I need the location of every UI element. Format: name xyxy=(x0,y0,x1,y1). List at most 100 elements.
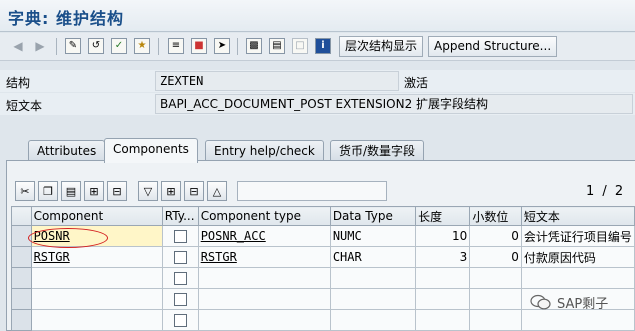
paste-icon[interactable]: ▤ xyxy=(61,181,81,201)
column-header[interactable]: Component xyxy=(30,206,163,226)
application-toolbar: ◀ ▶ ✎ ↺ ✓ ★ ≡ ■ ➤ ▩ ▤ □ i 层次结构显示 Append … xyxy=(0,33,635,61)
table-row xyxy=(11,309,635,331)
shorttext-field[interactable]: BAPI_ACC_DOCUMENT_POST EXTENSION2 扩展字段结构 xyxy=(155,94,633,114)
tab-entry-help[interactable]: Entry help/check xyxy=(205,140,324,162)
component-cell[interactable] xyxy=(30,288,163,310)
component-cell[interactable]: RSTGR xyxy=(30,246,163,268)
object-list-icon[interactable]: ■ xyxy=(189,36,209,56)
row-selector[interactable] xyxy=(11,267,32,289)
component-type-cell[interactable] xyxy=(197,288,331,310)
rtype-checkbox[interactable] xyxy=(173,314,187,327)
data-type-cell[interactable] xyxy=(329,309,417,331)
column-header[interactable]: Data Type xyxy=(329,206,417,226)
data-type-cell[interactable]: CHAR xyxy=(329,246,417,268)
check-icon[interactable]: ✓ xyxy=(109,36,129,56)
up-icon[interactable]: △ xyxy=(207,181,227,201)
column-header[interactable]: Component type xyxy=(197,206,331,226)
watermark-text: SAP剩子 xyxy=(557,297,609,312)
short-text-cell[interactable]: 付款原因代码 xyxy=(520,246,635,268)
row-selector[interactable] xyxy=(11,246,32,268)
decimals-cell[interactable] xyxy=(469,288,522,310)
grid-toolbar-field xyxy=(237,181,387,201)
structure-label: 结构 xyxy=(6,76,31,90)
short-text-cell[interactable]: 会计凭证行项目编号 xyxy=(520,225,635,247)
rtype-cell[interactable] xyxy=(161,267,199,289)
short-text-cell[interactable] xyxy=(520,309,635,331)
column-header[interactable]: 短文本 xyxy=(520,206,635,226)
component-cell[interactable]: POSNR xyxy=(30,225,163,247)
table-row: POSNR POSNR_ACC NUMC 10 0 会计凭证行项目编号 xyxy=(11,225,635,247)
layout-icon[interactable]: □ xyxy=(290,36,310,56)
info-icon[interactable]: i xyxy=(313,36,333,56)
decimals-cell[interactable] xyxy=(469,267,522,289)
page-counter: 1 / 2 xyxy=(586,184,626,199)
rtype-cell[interactable] xyxy=(161,288,199,310)
filter-icon[interactable]: ▽ xyxy=(138,181,158,201)
rtype-checkbox[interactable] xyxy=(173,230,187,243)
data-type-cell[interactable]: NUMC xyxy=(329,225,417,247)
forward-icon[interactable]: ▶ xyxy=(30,36,50,56)
column-header[interactable]: 小数位 xyxy=(469,206,522,226)
structure-header: 结构 ZEXTEN 激活 短文本 BAPI_ACC_DOCUMENT_POST … xyxy=(0,62,635,122)
column-header[interactable]: 长度 xyxy=(415,206,471,226)
length-cell[interactable] xyxy=(415,288,471,310)
where-used-icon[interactable]: ≡ xyxy=(166,36,186,56)
length-cell[interactable]: 10 xyxy=(415,225,471,247)
tab-attributes[interactable]: Attributes xyxy=(28,140,106,162)
data-type-cell[interactable] xyxy=(329,288,417,310)
print-icon[interactable]: ▤ xyxy=(267,36,287,56)
rtype-cell[interactable] xyxy=(161,246,199,268)
length-cell[interactable] xyxy=(415,267,471,289)
decimals-cell[interactable]: 0 xyxy=(469,225,522,247)
decimals-cell[interactable] xyxy=(469,309,522,331)
column-header[interactable]: RTy... xyxy=(161,206,199,226)
watermark: SAP剩子 xyxy=(530,293,608,312)
component-type-cell[interactable]: RSTGR xyxy=(197,246,331,268)
table-row xyxy=(11,267,635,289)
tab-components[interactable]: Components xyxy=(104,138,198,163)
tab-currency-quantity[interactable]: 货币/数量字段 xyxy=(330,140,425,162)
navigation-icon[interactable]: ➤ xyxy=(212,36,232,56)
table-header-row: Component RTy... Component type Data Typ… xyxy=(11,206,635,226)
component-type-cell[interactable]: POSNR_ACC xyxy=(197,225,331,247)
cut-icon[interactable]: ✂ xyxy=(15,181,35,201)
length-cell[interactable] xyxy=(415,309,471,331)
rtype-cell[interactable] xyxy=(161,225,199,247)
hierarchy-icon[interactable]: ▩ xyxy=(244,36,264,56)
activate-icon[interactable]: ★ xyxy=(132,36,152,56)
title-bar: 字典: 维护结构 xyxy=(0,0,635,32)
copy-icon[interactable]: ❐ xyxy=(38,181,58,201)
data-type-cell[interactable] xyxy=(329,267,417,289)
toolbar-separator xyxy=(56,38,57,55)
back-icon[interactable]: ◀ xyxy=(8,36,28,56)
other-object-icon[interactable]: ↺ xyxy=(86,36,106,56)
component-type-cell[interactable] xyxy=(197,309,331,331)
hierarchy-display-button[interactable]: 层次结构显示 xyxy=(339,36,424,57)
structure-name-field[interactable]: ZEXTEN xyxy=(155,71,399,91)
components-table: Component RTy... Component type Data Typ… xyxy=(11,206,635,331)
component-cell[interactable] xyxy=(30,309,163,331)
insert-row-icon[interactable]: ⊞ xyxy=(84,181,104,201)
row-selector-header[interactable] xyxy=(11,206,32,226)
rtype-checkbox[interactable] xyxy=(173,272,187,285)
rtype-checkbox[interactable] xyxy=(173,293,187,306)
short-text-cell[interactable] xyxy=(520,267,635,289)
expand-icon[interactable]: ⊞ xyxy=(161,181,181,201)
component-cell[interactable] xyxy=(30,267,163,289)
delete-row-icon[interactable]: ⊟ xyxy=(107,181,127,201)
row-selector[interactable] xyxy=(11,225,32,247)
status-text: 激活 xyxy=(404,76,429,90)
wechat-icon xyxy=(530,294,551,310)
rtype-cell[interactable] xyxy=(161,309,199,331)
collapse-icon[interactable]: ⊟ xyxy=(184,181,204,201)
toolbar-separator xyxy=(237,38,238,55)
rtype-checkbox[interactable] xyxy=(173,251,187,264)
row-selector[interactable] xyxy=(11,309,32,331)
component-type-cell[interactable] xyxy=(197,267,331,289)
decimals-cell[interactable]: 0 xyxy=(469,246,522,268)
display-change-icon[interactable]: ✎ xyxy=(63,36,83,56)
append-structure-button[interactable]: Append Structure... xyxy=(428,36,558,57)
length-cell[interactable]: 3 xyxy=(415,246,471,268)
window-title: 字典: 维护结构 xyxy=(8,9,124,28)
row-selector[interactable] xyxy=(11,288,32,310)
